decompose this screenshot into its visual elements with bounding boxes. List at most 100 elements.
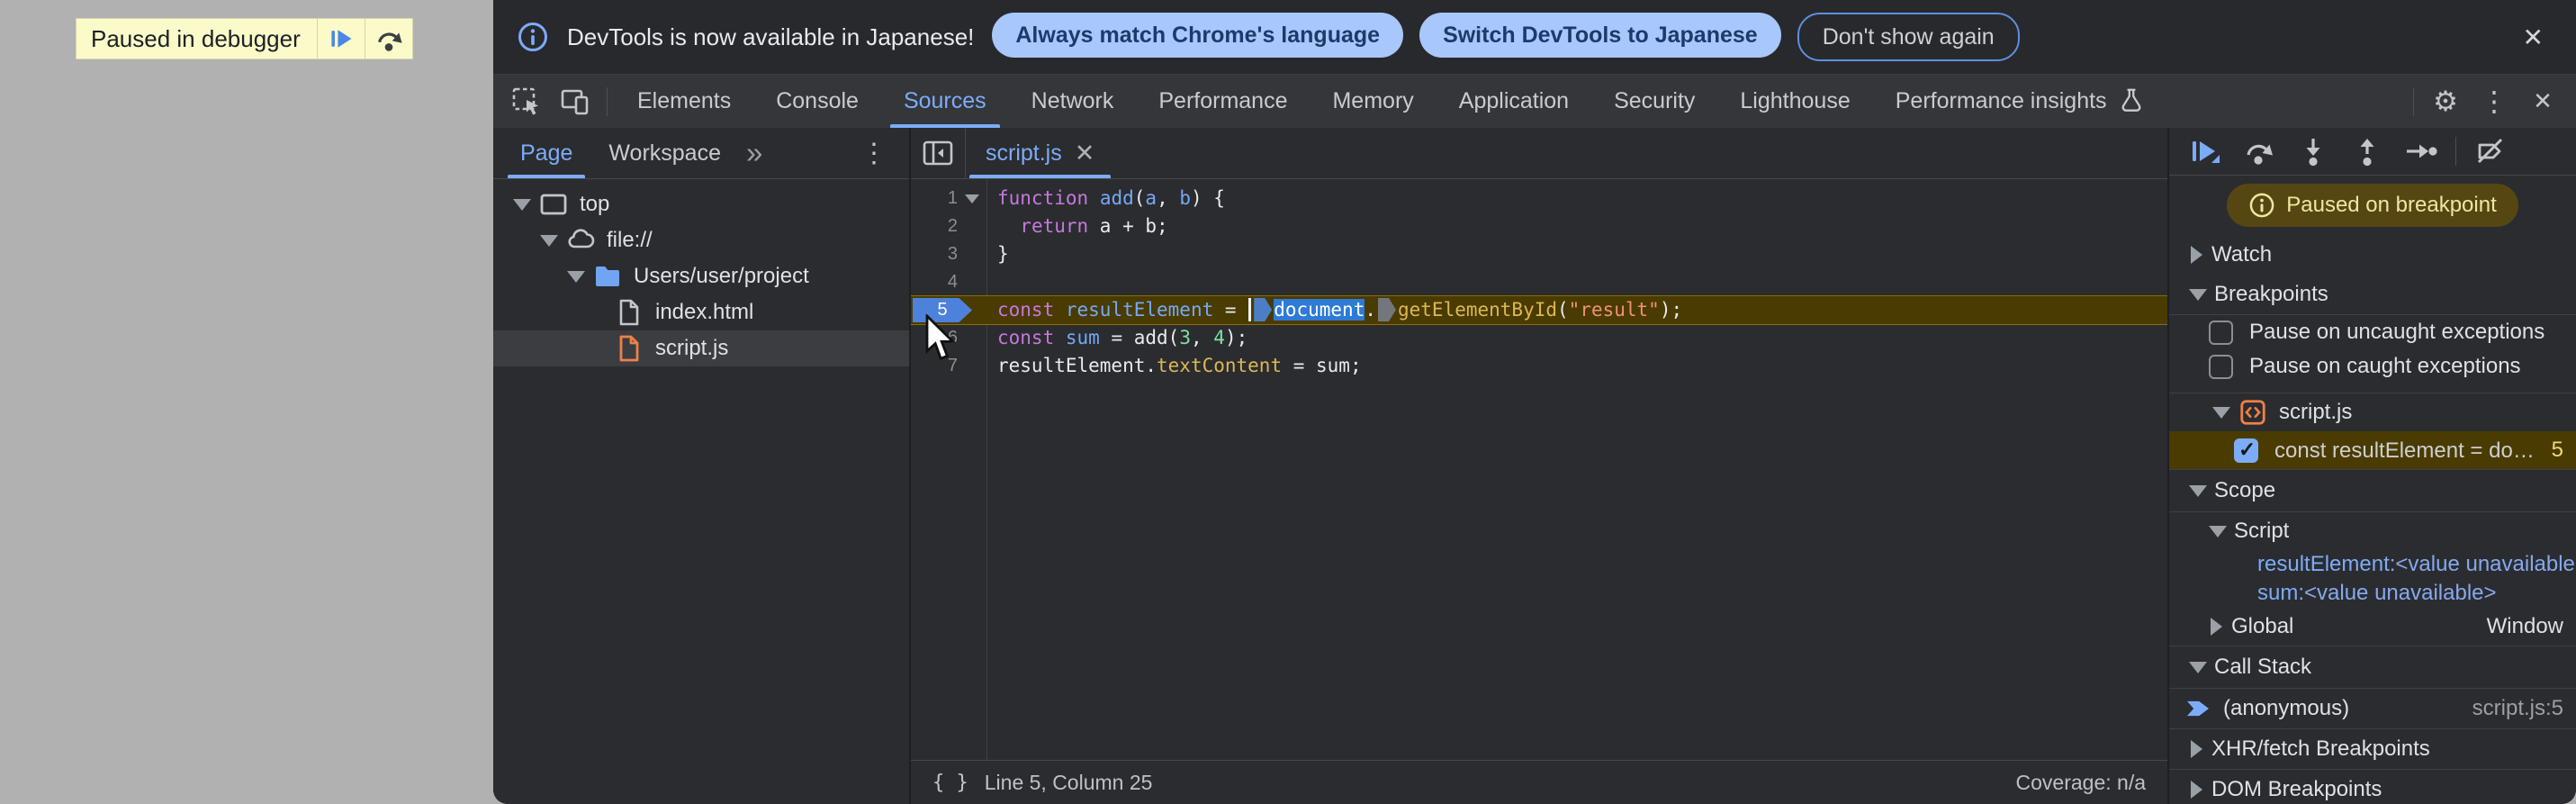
checkbox-unchecked[interactable] [2209, 354, 2233, 379]
tab-performance[interactable]: Performance [1136, 75, 1310, 128]
line-number[interactable]: 1 [911, 185, 958, 212]
tree-item-users-user-project[interactable]: Users/user/project [493, 258, 909, 294]
call-stack-frame[interactable]: (anonymous) script.js:5 [2169, 689, 2576, 728]
inspect-icon[interactable] [502, 75, 551, 128]
info-icon [517, 21, 549, 53]
scope-variable-sum[interactable]: sum: <value unavailable> [2169, 579, 2576, 608]
banner-resume-button[interactable] [316, 19, 365, 59]
breakpoint-entry[interactable]: const resultElement = doc⋯ 5 [2169, 431, 2576, 469]
sidebar-menu-icon[interactable]: ⋮ [848, 138, 900, 169]
tab-network[interactable]: Network [1009, 75, 1137, 128]
fold-arrow-icon[interactable] [958, 194, 986, 203]
infobar-close-icon[interactable]: ✕ [2514, 23, 2553, 52]
line-number[interactable]: 3 [911, 240, 958, 268]
editor-tab-close-icon[interactable]: ✕ [1075, 140, 1095, 167]
breakpoints-section-header[interactable]: Breakpoints [2169, 275, 2576, 315]
code-line-1[interactable]: 1 function add(a, b) { [911, 185, 2167, 212]
continue-to-location-marker[interactable] [1254, 298, 1273, 321]
device-toolbar-icon[interactable] [551, 75, 599, 128]
checkbox-unchecked[interactable] [2209, 320, 2233, 345]
tab-application[interactable]: Application [1437, 75, 1591, 128]
chevron-down-icon[interactable] [567, 270, 585, 283]
deactivate-breakpoints-button[interactable] [2465, 131, 2516, 172]
code-line-5[interactable]: 5const resultElement = document.getEleme… [911, 296, 2167, 324]
more-menu-icon[interactable]: ⋮ [2470, 75, 2518, 128]
code-line-4[interactable]: 4 [911, 268, 2167, 296]
scope-variables: resultElement: <value unavailable> sum: <… [2169, 550, 2576, 608]
editor-tab-script-js[interactable]: script.js ✕ [966, 128, 1114, 178]
debugger-controls [2169, 128, 2576, 176]
pretty-print-icon[interactable]: { } [932, 772, 968, 794]
breakpoint-group-script-js[interactable]: script.js [2169, 393, 2576, 431]
chevron-down-icon[interactable] [540, 234, 558, 247]
tree-item-index-html[interactable]: index.html [493, 294, 909, 330]
tab-lighthouse[interactable]: Lighthouse [1717, 75, 1872, 128]
tab-security[interactable]: Security [1591, 75, 1717, 128]
code-editor[interactable]: 1function add(a, b) {2 return a + b;3}45… [911, 179, 2167, 760]
always-match-chrome-s-language-button[interactable]: Always match Chrome's language [992, 13, 1404, 58]
line-number[interactable]: 2 [911, 212, 958, 240]
collapse-sidebar-icon[interactable] [911, 128, 966, 178]
dom-breakpoints-header[interactable]: DOM Breakpoints [2169, 769, 2576, 804]
paused-in-debugger-banner: Paused in debugger [76, 18, 413, 59]
switch-devtools-to-japanese-button[interactable]: Switch DevTools to Japanese [1419, 13, 1781, 58]
token: a [1145, 187, 1157, 209]
scope-variable-resultelement[interactable]: resultElement: <value unavailable> [2169, 550, 2576, 579]
step-over-button[interactable] [2234, 131, 2284, 172]
line-number[interactable]: 4 [911, 268, 958, 296]
tab-performance-insights[interactable]: Performance insights [1873, 75, 2167, 128]
call-stack-section-header[interactable]: Call Stack [2169, 646, 2576, 689]
frame-icon [538, 189, 569, 220]
toolbar-divider [607, 86, 608, 116]
token: ); [1659, 299, 1683, 321]
scope-script-header[interactable]: Script [2169, 512, 2576, 550]
tab-workspace[interactable]: Workspace [590, 128, 739, 178]
gear-icon[interactable]: ⚙ [2421, 75, 2470, 128]
deactivate-breakpoints-icon [2474, 136, 2507, 167]
paused-badge-row: Paused on breakpoint [2169, 176, 2576, 235]
more-tabs-icon[interactable]: » [739, 136, 770, 170]
xhr-fetch-breakpoints-header[interactable]: XHR/fetch Breakpoints [2169, 728, 2576, 769]
chevron-right-icon [2191, 740, 2202, 758]
tree-item-file[interactable]: file:// [493, 222, 909, 258]
step-out-icon [2352, 136, 2382, 167]
pause-on-caught-exceptions[interactable]: Pause on caught exceptions [2169, 349, 2576, 384]
tab-memory[interactable]: Memory [1310, 75, 1436, 128]
don-t-show-again-button[interactable]: Don't show again [1797, 13, 2020, 61]
infobar-message: DevTools is now available in Japanese! [567, 23, 975, 50]
watch-section-header[interactable]: Watch [2169, 235, 2576, 275]
token: , [1157, 187, 1180, 209]
tree-item-script-js[interactable]: script.js [493, 330, 909, 366]
step-out-button[interactable] [2342, 131, 2392, 172]
tree-item-top[interactable]: top [493, 186, 909, 222]
code-line-6[interactable]: 6 const sum = add(3, 4); [911, 324, 2167, 352]
step-button[interactable] [2396, 131, 2446, 172]
code-line-7[interactable]: 7 resultElement.textContent = sum; [911, 352, 2167, 380]
token: 3 [1179, 327, 1191, 348]
token: = add( [1099, 327, 1180, 348]
tab-sources[interactable]: Sources [881, 75, 1009, 128]
tab-elements[interactable]: Elements [615, 75, 753, 128]
scope-global-header[interactable]: Global Window [2169, 608, 2576, 646]
tab-label: Application [1458, 88, 1570, 113]
checkbox-checked[interactable] [2234, 438, 2258, 463]
banner-step-over-button[interactable] [364, 19, 412, 59]
info-icon [2249, 193, 2274, 218]
tab-console[interactable]: Console [753, 75, 881, 128]
toolbar-divider [2413, 86, 2414, 116]
tab-page[interactable]: Page [502, 128, 590, 178]
resume-button[interactable] [2180, 131, 2230, 172]
token: . [1365, 299, 1376, 321]
pause-on-uncaught-exceptions[interactable]: Pause on uncaught exceptions [2169, 315, 2576, 349]
devtools-window: DevTools is now available in Japanese! A… [493, 0, 2576, 804]
code-line-3[interactable]: 3} [911, 240, 2167, 268]
token: resultElement [1065, 299, 1214, 321]
devtools-close-icon[interactable]: ✕ [2518, 75, 2567, 128]
scope-section-header[interactable]: Scope [2169, 469, 2576, 512]
code-line-2[interactable]: 2 return a + b; [911, 212, 2167, 240]
paused-on-breakpoint-badge: Paused on breakpoint [2227, 184, 2518, 227]
continue-to-location-marker[interactable] [1378, 298, 1396, 321]
chevron-down-icon[interactable] [513, 198, 531, 211]
step-into-button[interactable] [2288, 131, 2338, 172]
